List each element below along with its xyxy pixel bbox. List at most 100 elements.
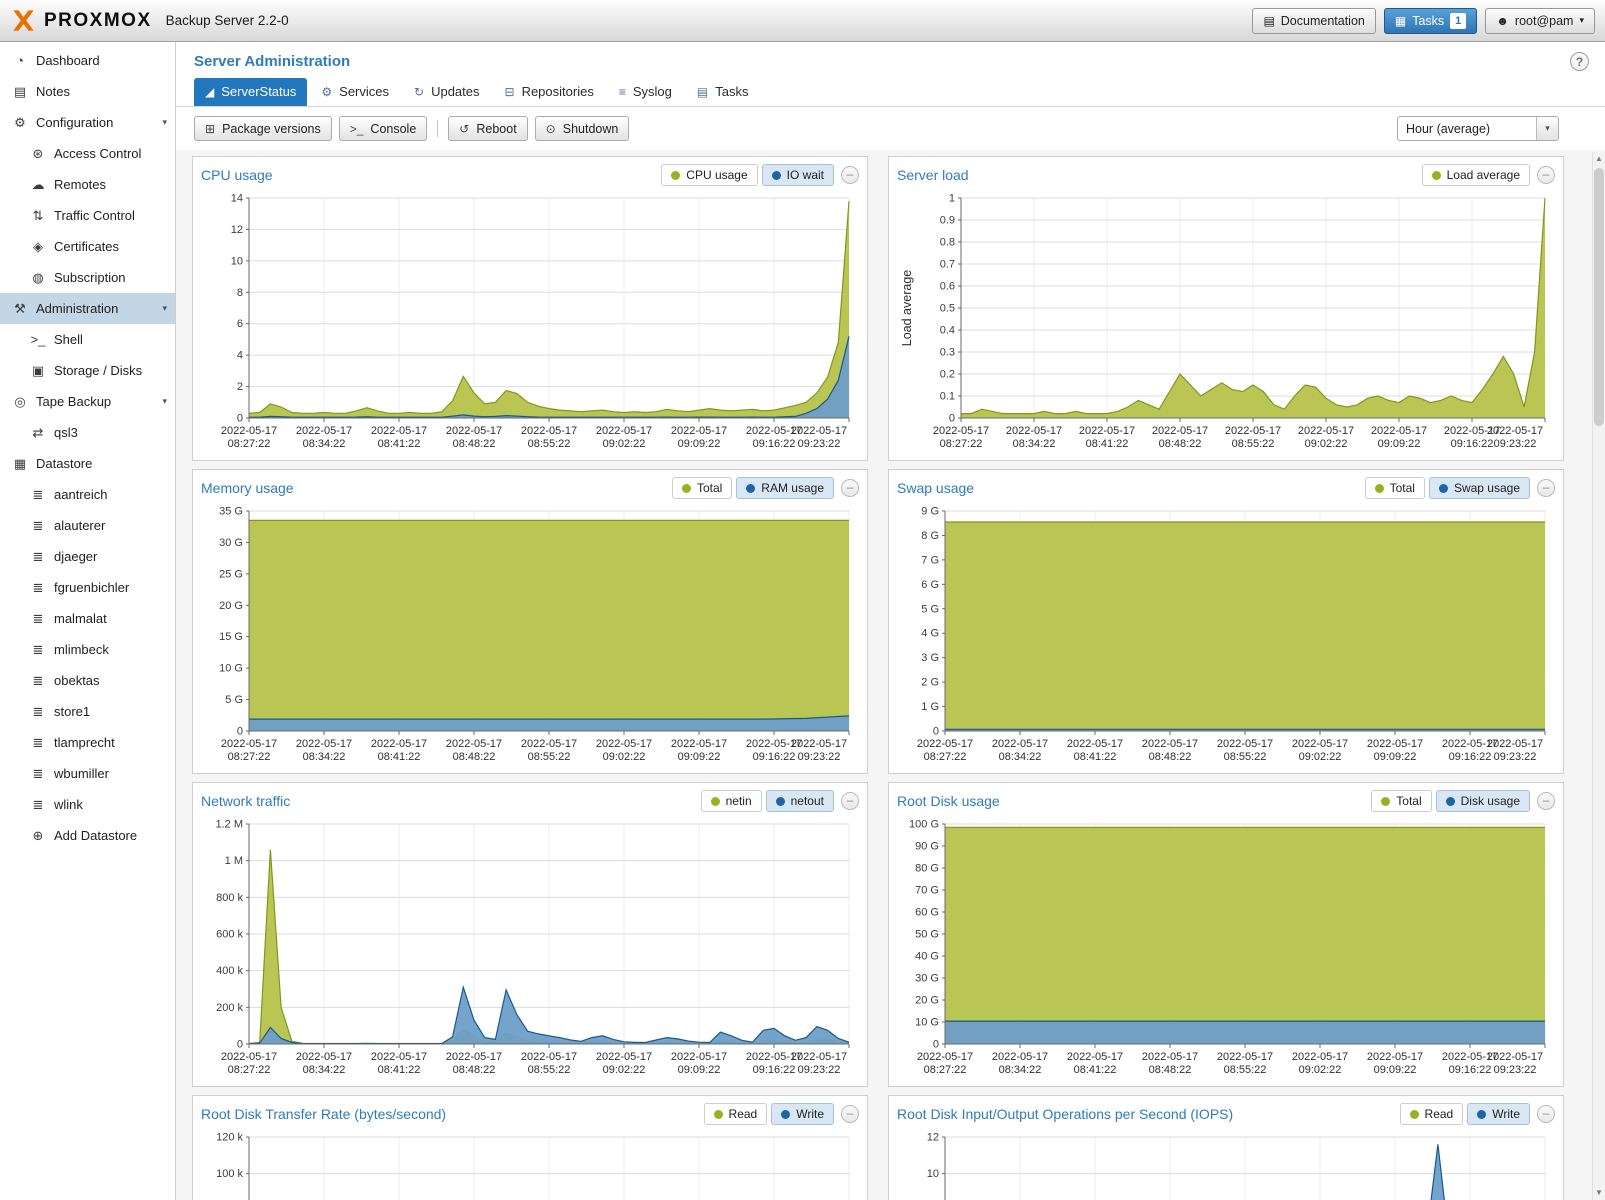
legend-item-cpu-usage[interactable]: CPU usage: [661, 164, 757, 186]
vertical-scrollbar[interactable]: ▲ ▼: [1592, 152, 1605, 1200]
sidebar-item-certificates[interactable]: ◈Certificates: [0, 231, 175, 262]
collapse-chart-button[interactable]: –: [1537, 479, 1555, 497]
legend-label: Total: [1396, 794, 1421, 808]
sidebar-item-store1[interactable]: ≣store1: [0, 696, 175, 727]
svg-text:2022-05-17: 2022-05-17: [596, 1051, 652, 1063]
scroll-down-arrow[interactable]: ▼: [1593, 1186, 1605, 1200]
svg-text:2022-05-17: 2022-05-17: [1298, 425, 1354, 437]
tasks-button[interactable]: ▦ Tasks 1: [1384, 8, 1477, 34]
sidebar-item-access-control[interactable]: ⊛Access Control: [0, 138, 175, 169]
sidebar-item-add-datastore[interactable]: ⊕Add Datastore: [0, 820, 175, 851]
collapse-chart-button[interactable]: –: [841, 1105, 859, 1123]
sidebar-item-tape-backup[interactable]: ◎Tape Backup▾: [0, 386, 175, 417]
chevron-down-icon[interactable]: ▾: [162, 117, 167, 128]
sidebar-item-label: malmalat: [54, 611, 107, 626]
reboot-button[interactable]: ↺Reboot: [448, 116, 527, 141]
sidebar-item-administration[interactable]: ⚒Administration▾: [0, 293, 175, 324]
sidebar-item-obektas[interactable]: ≣obektas: [0, 665, 175, 696]
sidebar-item-wlink[interactable]: ≣wlink: [0, 789, 175, 820]
legend-item-read[interactable]: Read: [704, 1103, 768, 1125]
collapse-chart-button[interactable]: –: [1537, 792, 1555, 810]
legend-item-swap-usage[interactable]: Swap usage: [1429, 477, 1530, 499]
tab-updates[interactable]: ↻Updates: [403, 78, 490, 106]
svg-text:2022-05-17: 2022-05-17: [371, 738, 427, 750]
sidebar-item-subscription[interactable]: ◍Subscription: [0, 262, 175, 293]
legend-item-ram-usage[interactable]: RAM usage: [736, 477, 834, 499]
user-icon: ☻: [1496, 14, 1509, 28]
chevron-down-icon[interactable]: ▾: [162, 396, 167, 407]
documentation-button[interactable]: ▤ Documentation: [1252, 8, 1375, 34]
sidebar-item-wbumiller[interactable]: ≣wbumiller: [0, 758, 175, 789]
sidebar-item-label: fgruenbichler: [54, 580, 129, 595]
legend-item-load-average[interactable]: Load average: [1422, 164, 1530, 186]
legend-dot-icon: [714, 1110, 723, 1119]
chevron-down-icon[interactable]: ▾: [162, 303, 167, 314]
legend-item-io-wait[interactable]: IO wait: [762, 164, 834, 186]
legend-item-total[interactable]: Total: [1365, 477, 1425, 499]
collapse-chart-button[interactable]: –: [1537, 166, 1555, 184]
legend-item-netout[interactable]: netout: [766, 790, 834, 812]
sidebar-item-fgruenbichler[interactable]: ≣ fgruenbichler: [0, 572, 175, 603]
legend-item-disk-usage[interactable]: Disk usage: [1436, 790, 1530, 812]
legend-item-write[interactable]: Write: [1467, 1103, 1530, 1125]
legend-item-total[interactable]: Total: [672, 477, 732, 499]
sidebar-item-dashboard[interactable]: ◔Dashboard: [0, 45, 175, 76]
tab-services[interactable]: ⚙Services: [310, 78, 400, 106]
tab-bar: ◢ServerStatus⚙Services↻Updates⊟Repositor…: [176, 75, 1605, 107]
tab-repositories[interactable]: ⊟Repositories: [494, 78, 605, 106]
sidebar-item-notes[interactable]: ▤Notes: [0, 76, 175, 107]
legend-dot-icon: [746, 484, 755, 493]
user-menu-button[interactable]: ☻ root@pam ▾: [1485, 8, 1595, 34]
scroll-up-arrow[interactable]: ▲: [1593, 152, 1605, 166]
sidebar-item-datastore[interactable]: ▦Datastore: [0, 448, 175, 479]
time-range-select[interactable]: Hour (average)▾: [1397, 116, 1559, 141]
sidebar-item-shell[interactable]: >_Shell: [0, 324, 175, 355]
svg-text:2022-05-17: 2022-05-17: [1367, 1051, 1423, 1063]
scrollbar-thumb[interactable]: [1594, 168, 1604, 426]
svg-text:08:34:22: 08:34:22: [303, 438, 346, 450]
svg-text:08:34:22: 08:34:22: [999, 751, 1042, 763]
sidebar-item-traffic-control[interactable]: ⇅Traffic Control: [0, 200, 175, 231]
sidebar-item-djaeger[interactable]: ≣djaeger: [0, 541, 175, 572]
add-icon: ⊕: [30, 828, 46, 844]
sidebar-item-malmalat[interactable]: ≣malmalat: [0, 603, 175, 634]
tab-syslog[interactable]: ≡Syslog: [608, 78, 683, 106]
svg-text:40 G: 40 G: [915, 951, 939, 963]
console-button[interactable]: >_Console: [339, 116, 428, 141]
sidebar-item-qsl3[interactable]: ⇄qsl3: [0, 417, 175, 448]
sidebar-item-label: qsl3: [54, 425, 78, 440]
sidebar-item-mlimbeck[interactable]: ≣mlimbeck: [0, 634, 175, 665]
sidebar-item-label: wbumiller: [54, 766, 109, 781]
sidebar-item-storage-disks[interactable]: ▣Storage / Disks: [0, 355, 175, 386]
chart-panel-header: Root Disk usageTotalDisk usage–: [897, 786, 1555, 816]
tab-serverstatus[interactable]: ◢ServerStatus: [194, 78, 307, 106]
collapse-chart-button[interactable]: –: [841, 479, 859, 497]
help-icon[interactable]: ?: [1570, 52, 1589, 71]
svg-text:2022-05-17: 2022-05-17: [296, 1051, 352, 1063]
shutdown-button[interactable]: ⊙Shutdown: [535, 116, 630, 141]
database-icon: ≣: [30, 580, 46, 596]
traffic-control-icon: ⇅: [30, 208, 46, 224]
svg-text:2022-05-17: 2022-05-17: [1367, 738, 1423, 750]
chart-panel-header: Memory usageTotalRAM usage–: [201, 473, 859, 503]
collapse-chart-button[interactable]: –: [841, 792, 859, 810]
tab-tasks[interactable]: ▤Tasks: [686, 78, 760, 106]
sidebar-item-tlamprecht[interactable]: ≣tlamprecht: [0, 727, 175, 758]
sidebar-item-label: Datastore: [36, 456, 92, 471]
legend-item-read[interactable]: Read: [1400, 1103, 1464, 1125]
sidebar-item-configuration[interactable]: ⚙Configuration▾: [0, 107, 175, 138]
legend-item-write[interactable]: Write: [771, 1103, 834, 1125]
svg-text:2022-05-17: 2022-05-17: [1225, 425, 1281, 437]
package-versions-button[interactable]: ⊞Package versions: [194, 116, 332, 141]
sidebar-item-remotes[interactable]: ☁Remotes: [0, 169, 175, 200]
legend-item-total[interactable]: Total: [1371, 790, 1431, 812]
collapse-chart-button[interactable]: –: [1537, 1105, 1555, 1123]
svg-text:12: 12: [231, 224, 243, 236]
svg-text:0.4: 0.4: [940, 325, 955, 337]
sidebar-item-alauterer[interactable]: ≣alauterer: [0, 510, 175, 541]
collapse-chart-button[interactable]: –: [841, 166, 859, 184]
legend-item-netin[interactable]: netin: [701, 790, 762, 812]
power-icon: ⊙: [546, 122, 556, 136]
sidebar-item-aantreich[interactable]: ≣aantreich: [0, 479, 175, 510]
svg-text:0: 0: [237, 413, 243, 425]
